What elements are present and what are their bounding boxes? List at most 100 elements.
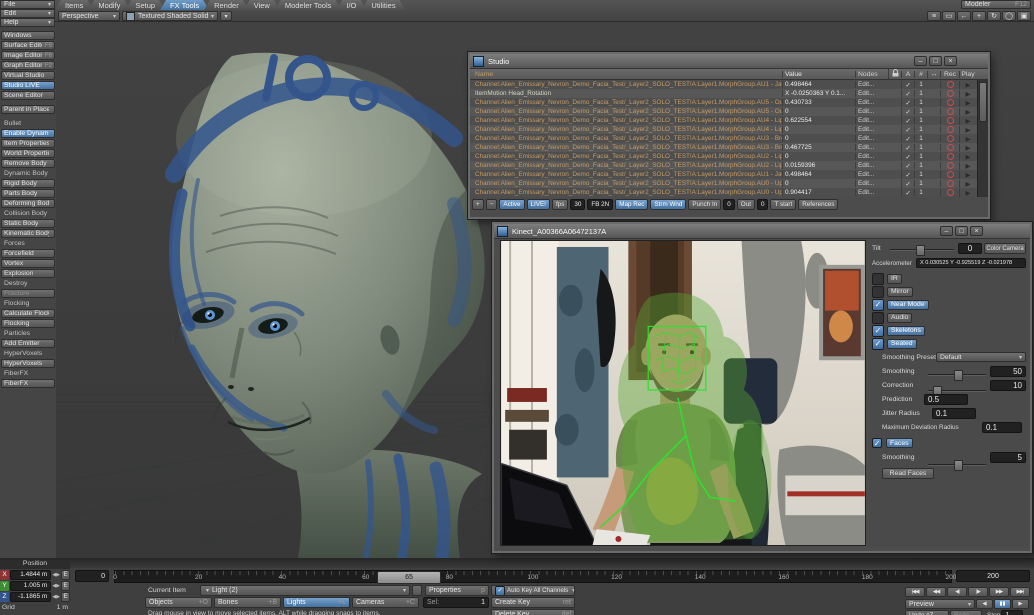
- sidebar-item[interactable]: Scene Editor: [1, 91, 55, 100]
- toggle-button[interactable]: Near Mode: [887, 300, 929, 310]
- active-check-cell[interactable]: ✓: [901, 180, 914, 188]
- tilt-value-field[interactable]: 0: [958, 243, 982, 254]
- channel-row[interactable]: Channel:Alien_Emissary_Nevron_Demo_Facia…: [470, 143, 988, 152]
- checkbox-icon[interactable]: ✓: [872, 299, 884, 311]
- viewport-tool-icon[interactable]: ←: [957, 11, 971, 21]
- frame-slider[interactable]: 65: [377, 571, 441, 584]
- sidebar-item[interactable]: HyperVoxels: [1, 349, 55, 358]
- channel-row[interactable]: Channel:Alien_Emissary_Nevron_Demo_Facia…: [470, 161, 988, 170]
- viewport-tool-icon[interactable]: ▭: [942, 11, 956, 21]
- minimize-button[interactable]: –: [940, 226, 953, 236]
- sidebar-item[interactable]: Enable Dynamics: [1, 129, 55, 138]
- active-check-cell[interactable]: ✓: [901, 153, 914, 161]
- menu-button[interactable]: Help ▾: [0, 18, 55, 27]
- tilt-slider[interactable]: [890, 249, 954, 251]
- end-frame-field[interactable]: 200: [956, 570, 1030, 582]
- record-cell[interactable]: [940, 171, 959, 178]
- nodes-edit-button[interactable]: Edit...: [855, 90, 888, 97]
- checkbox-icon[interactable]: ✓: [872, 325, 884, 337]
- play-cell[interactable]: ▶: [959, 153, 976, 161]
- studio-footer-button[interactable]: −: [486, 199, 498, 210]
- viewport-tool-icon[interactable]: ▣: [1017, 11, 1031, 21]
- nodes-edit-button[interactable]: Edit...: [855, 144, 888, 151]
- mode-button[interactable]: Objects +O: [145, 597, 212, 608]
- play-cell[interactable]: ▶: [959, 108, 976, 116]
- minimize-button[interactable]: –: [914, 56, 927, 66]
- sidebar-item[interactable]: World Properties: [1, 149, 55, 158]
- active-check-cell[interactable]: ✓: [901, 162, 914, 170]
- studio-footer-button[interactable]: Map Rec: [615, 199, 648, 210]
- jitter-radius-field[interactable]: 0.1: [932, 408, 976, 419]
- record-cell[interactable]: [940, 90, 959, 97]
- channel-row[interactable]: Channel:Alien_Emissary_Nevron_Demo_Facia…: [470, 134, 988, 143]
- shading-mode-dropdown[interactable]: Textured Shaded Solid ▾: [122, 11, 218, 21]
- smoothing-slider[interactable]: [928, 374, 986, 376]
- sidebar-item[interactable]: Rigid Body: [1, 179, 55, 188]
- auto-key-toggle[interactable]: ✓ Auto Key All Channels ▾: [491, 585, 575, 596]
- view-mode-dropdown[interactable]: Perspective ▾: [58, 11, 120, 21]
- envelope-button[interactable]: E: [61, 570, 70, 580]
- channel-row[interactable]: Channel:Alien_Emissary_Nevron_Demo_Facia…: [470, 152, 988, 161]
- slider-handle[interactable]: [916, 245, 925, 256]
- record-cell[interactable]: [940, 81, 959, 88]
- sidebar-item[interactable]: Kinematic Body: [1, 229, 55, 238]
- record-cell[interactable]: [940, 189, 959, 196]
- axis-value-field[interactable]: 1.4844 m: [10, 570, 51, 580]
- viewport-tool-icon[interactable]: ↻: [987, 11, 1001, 21]
- transport-button[interactable]: |▶: [968, 587, 988, 597]
- toggle-button[interactable]: Mirror: [887, 287, 913, 297]
- play-cell[interactable]: ▶: [959, 81, 976, 89]
- main-tab[interactable]: Items: [55, 0, 93, 10]
- max-deviation-field[interactable]: 0.1: [982, 422, 1022, 433]
- active-check-cell[interactable]: ✓: [901, 144, 914, 152]
- sidebar-item[interactable]: Graph Editor F2: [1, 61, 55, 70]
- transport-button[interactable]: ▶▶: [989, 587, 1009, 597]
- record-cell[interactable]: [940, 117, 959, 124]
- axis-value-field[interactable]: -1.1865 m: [10, 592, 51, 602]
- active-check-cell[interactable]: ✓: [901, 189, 914, 197]
- sidebar-item[interactable]: Image Editor F6: [1, 51, 55, 60]
- menu-button[interactable]: Edit ▾: [0, 9, 55, 18]
- play-cell[interactable]: ▶: [959, 189, 976, 197]
- undo-button[interactable]: Undo ^Z: [905, 610, 949, 615]
- studio-footer-button[interactable]: 0: [757, 199, 769, 210]
- sidebar-item[interactable]: FiberFX: [1, 369, 55, 378]
- record-cell[interactable]: [940, 135, 959, 142]
- smoothing-value-field[interactable]: 50: [990, 366, 1026, 377]
- main-tab[interactable]: Modeler Tools: [275, 0, 342, 10]
- maximize-button[interactable]: □: [929, 56, 942, 66]
- sidebar-item[interactable]: Flocking: [1, 319, 55, 328]
- sidebar-item[interactable]: Studio LIVE: [1, 81, 55, 90]
- kinect-titlebar[interactable]: Kinect_A00366A06472137A – □ ×: [494, 224, 1030, 239]
- sidebar-item[interactable]: Surface Editor F5: [1, 41, 55, 50]
- mode-button[interactable]: Cameras +C: [352, 597, 419, 608]
- main-tab[interactable]: I/O: [336, 0, 366, 10]
- play-cell[interactable]: ▶: [959, 180, 976, 188]
- close-button[interactable]: ×: [970, 226, 983, 236]
- nodes-edit-button[interactable]: Edit...: [855, 81, 888, 88]
- play-control-button[interactable]: ◀: [976, 599, 993, 609]
- channel-row[interactable]: Channel:Alien_Emissary_Nevron_Demo_Facia…: [470, 179, 988, 188]
- checkbox-icon[interactable]: ✓: [872, 286, 884, 298]
- color-camera-button[interactable]: Color Camera: [984, 243, 1026, 254]
- start-frame-field[interactable]: 0: [75, 570, 109, 582]
- sidebar-item[interactable]: Vortex: [1, 259, 55, 268]
- transport-button[interactable]: |◀◀: [905, 587, 925, 597]
- active-check-cell[interactable]: ✓: [901, 171, 914, 179]
- sidebar-item[interactable]: Remove Body: [1, 159, 55, 168]
- sidebar-item[interactable]: Static Body: [1, 219, 55, 228]
- main-tab[interactable]: FX Tools: [160, 0, 209, 10]
- envelope-button[interactable]: E: [61, 592, 70, 602]
- play-cell[interactable]: ▶: [959, 126, 976, 134]
- studio-footer-button[interactable]: 30: [570, 199, 585, 210]
- axis-value-field[interactable]: 1.005 m: [10, 581, 51, 591]
- channel-row[interactable]: ItemMotion Head_Rotation X -0.0250363 Y …: [470, 89, 988, 98]
- studio-footer-button[interactable]: References: [798, 199, 838, 210]
- nodes-edit-button[interactable]: Edit...: [855, 99, 888, 106]
- close-button[interactable]: ×: [944, 56, 957, 66]
- nodes-edit-button[interactable]: Edit...: [855, 117, 888, 124]
- axis-spinner[interactable]: ◀▶: [52, 572, 60, 578]
- active-check-cell[interactable]: ✓: [901, 81, 914, 89]
- sidebar-item[interactable]: Flocking: [1, 299, 55, 308]
- toggle-button[interactable]: Skeletons: [887, 326, 925, 336]
